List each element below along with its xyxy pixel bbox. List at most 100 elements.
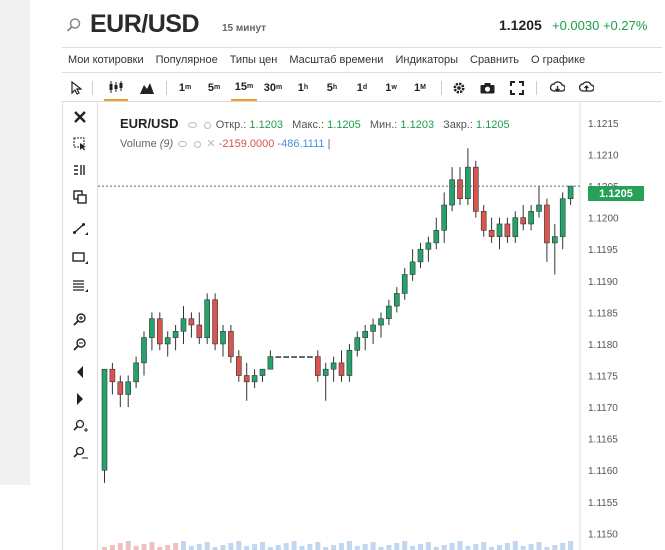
volume-bar [560,543,566,550]
volume-bar [299,546,305,550]
upload-icon[interactable] [575,74,597,101]
gear-icon[interactable] [203,121,211,129]
interval-1M[interactable]: 1M [409,74,431,101]
candle-body [149,318,155,338]
volume-bar [141,544,147,550]
price-tick-label: 1.1195 [588,245,618,256]
line-icon[interactable] [63,218,97,240]
volume-period: (9) [159,138,174,150]
interval-1w[interactable]: 1w [380,74,402,101]
volume-bar [386,545,392,550]
candle-body [449,179,455,206]
volume-bar [473,544,479,550]
bell-left-icon[interactable] [63,361,97,383]
zoom-reset-icon[interactable] [63,442,97,464]
lines-icon[interactable] [63,275,97,297]
volume-bar [552,545,558,550]
price-chart[interactable]: 1.1215 1.1210 1.1205 1.1200 1.1195 1.1190 1.11… [98,102,662,550]
area-icon[interactable] [136,74,158,101]
eye-icon[interactable] [178,141,188,148]
download-icon[interactable] [546,74,568,101]
volume-bar [402,541,408,550]
price-tick-label: 1.1170 [588,403,618,414]
volume-bar [425,542,431,550]
search-icon[interactable] [66,17,82,33]
toolbar-divider [441,81,442,95]
volume-bar [307,544,313,550]
menu-indicators[interactable]: Индикаторы [395,54,458,66]
legend-high-label: Макс.: [292,119,325,131]
candle-body [125,381,132,395]
volume-bar [331,545,337,550]
candle-body [220,331,226,345]
volume-value-2: -486.1111 [277,138,325,150]
volume-bar [370,542,376,550]
interval-5h[interactable]: 5h [321,74,343,101]
menu-compare[interactable]: Сравнить [470,54,519,66]
interval-15m[interactable]: 15 m [231,74,257,101]
chart-header: EUR/USD 15 минут 1.1205 +0.0030 +0.27% [62,8,662,42]
price-tick-label: 1.1190 [588,277,618,288]
candle-body [243,375,250,383]
zoom-out-icon[interactable] [63,333,97,355]
candle-body [188,318,195,326]
menu-price-types[interactable]: Типы цен [230,54,278,66]
candle-body [330,362,337,370]
candle-body [512,217,519,237]
interval-1h[interactable]: 1h [292,74,314,101]
volume-bar [449,543,455,550]
candle-body [346,349,353,376]
menu-about-chart[interactable]: О графике [531,54,585,66]
volume-bar [165,545,171,550]
eye-icon[interactable] [187,122,197,129]
price-tick-label: 1.1215 [588,119,619,130]
price-tick-label: 1.1155 [588,498,618,509]
interval-30m[interactable]: 30 m [260,74,286,101]
interval-5m[interactable]: 5m [203,74,225,101]
close-icon[interactable] [63,106,97,128]
bell-right-icon[interactable] [63,388,97,410]
candle-body [362,331,369,338]
interval-1m[interactable]: 1m [174,74,196,101]
candle-body [378,318,384,326]
candle-body [267,356,274,370]
volume-bar [536,542,542,550]
toolbar-divider [166,81,167,95]
volume-bar [188,546,194,550]
settings-icon[interactable] [448,74,470,101]
gear-icon[interactable] [194,140,202,148]
candle-body [559,198,566,237]
candle-body [488,229,495,237]
camera-icon[interactable] [476,74,498,101]
volume-bar [418,544,423,550]
rect-icon[interactable] [63,247,97,269]
close-icon[interactable]: ✕ [206,138,215,150]
legend-open: 1.1203 [249,119,284,131]
interval-1d[interactable]: 1d [351,74,373,101]
timeframe-label: 15 минут [222,23,267,34]
menu-my-quotes[interactable]: Мои котировки [68,54,144,66]
zoom-in-icon[interactable] [63,308,97,330]
candle-body [259,368,266,376]
zoom-plus-icon[interactable] [63,415,97,437]
fullscreen-icon[interactable] [506,74,528,101]
candle-body [370,324,376,332]
crosshair-icon[interactable] [63,133,97,155]
fib-icon[interactable] [63,159,97,181]
volume-bar [117,543,123,550]
menu-popular[interactable]: Популярное [156,54,218,66]
layers-icon[interactable] [63,186,97,208]
candle-body [204,299,210,338]
drawing-tools-sidebar [62,102,98,550]
legend-close: 1.1205 [476,119,510,131]
cursor-icon[interactable] [66,74,86,101]
candle-body [480,211,487,231]
candle-body [180,318,187,332]
price-tick-label: 1.1165 [588,435,618,446]
candles-icon[interactable] [104,74,128,101]
last-price: 1.1205 [499,17,542,33]
candle-body [393,293,400,307]
candle-body [212,299,218,345]
menu-time-scale[interactable]: Масштаб времени [289,54,383,66]
volume-bar [568,541,574,550]
